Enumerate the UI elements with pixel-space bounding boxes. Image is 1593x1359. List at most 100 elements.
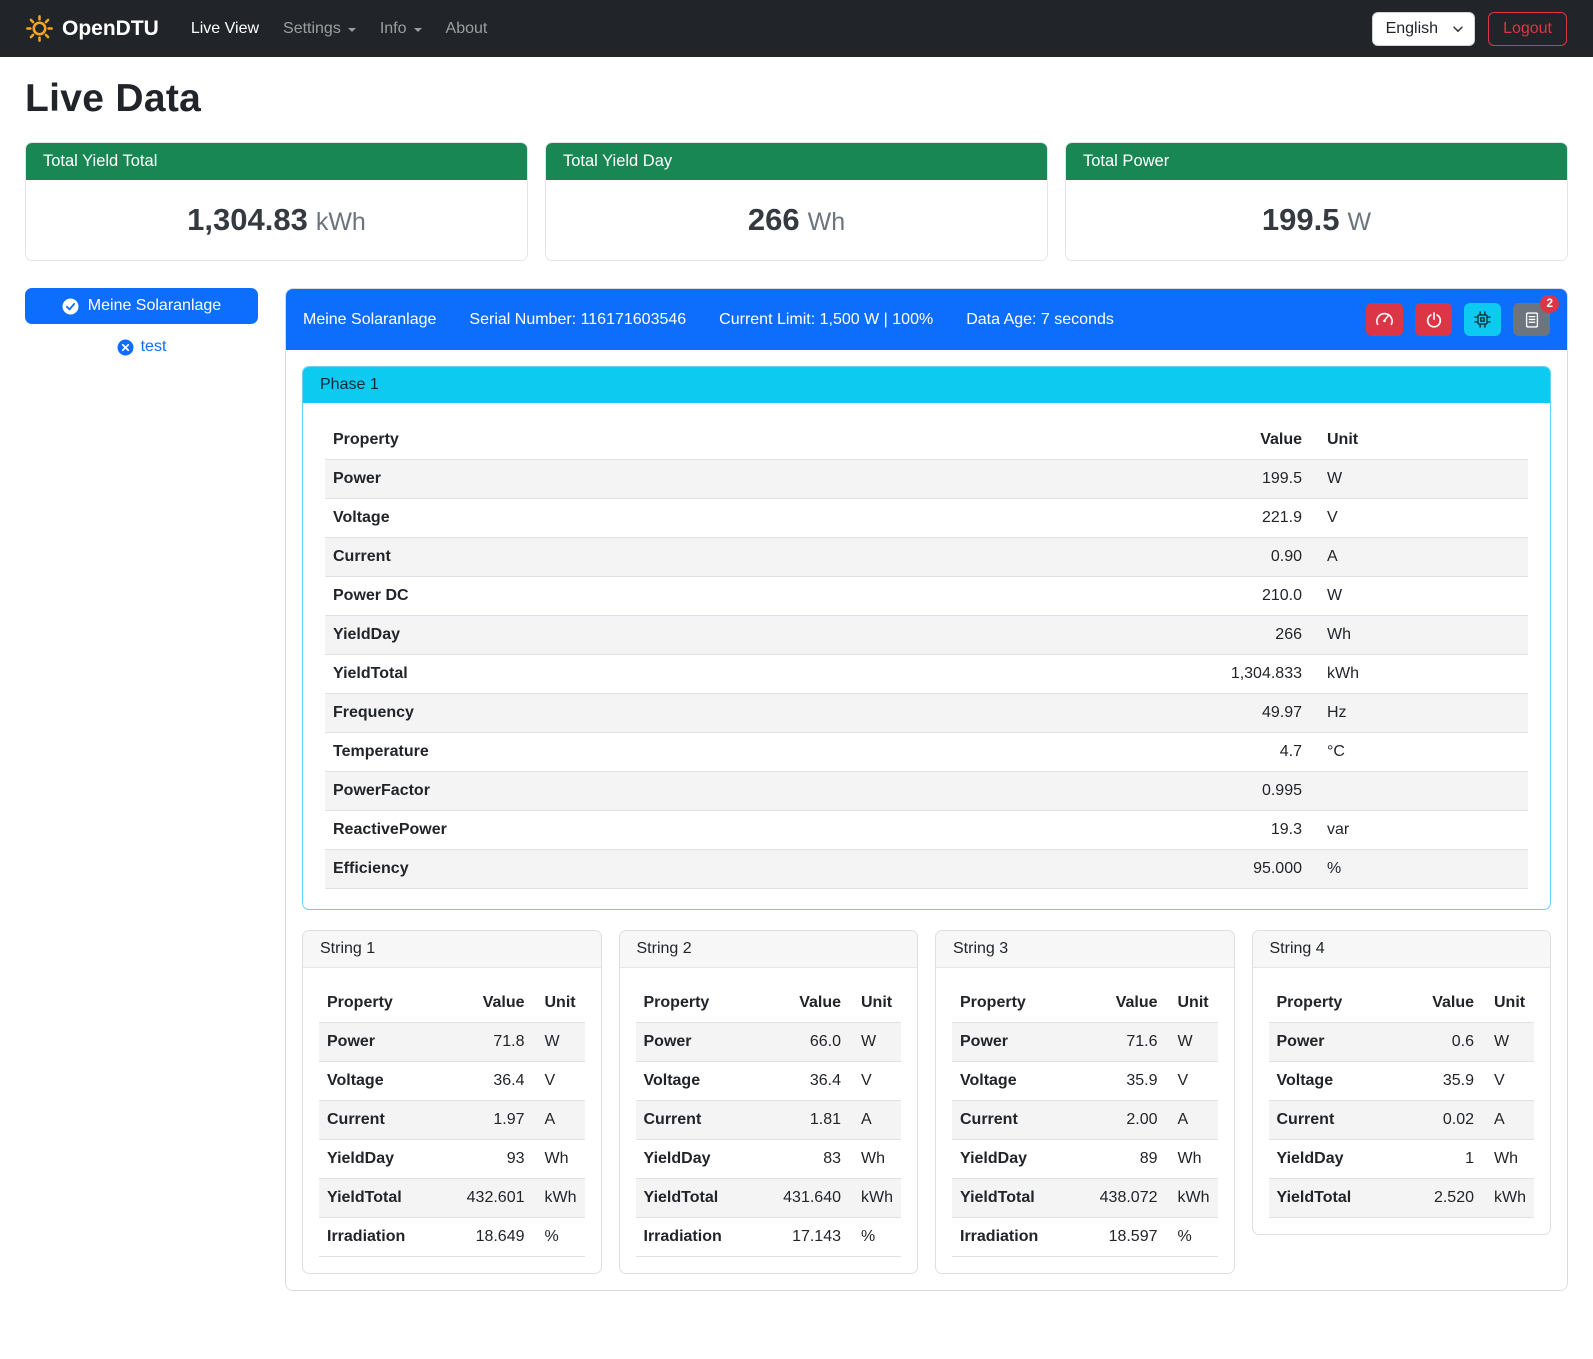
- property-cell: Irradiation: [319, 1218, 441, 1257]
- value-cell: 17.143: [758, 1218, 849, 1257]
- unit-cell: A: [1482, 1101, 1534, 1140]
- inverter-data-age: Data Age: 7 seconds: [966, 311, 1114, 329]
- string-card-body: PropertyValueUnitPower0.6WVoltage35.9VCu…: [1253, 968, 1551, 1234]
- table-row: Power199.5W: [325, 460, 1528, 499]
- unit-cell: Hz: [1310, 694, 1528, 733]
- logout-button[interactable]: Logout: [1488, 12, 1567, 46]
- journal-icon: [1523, 311, 1541, 329]
- sidebar-item-meine-solaranlage[interactable]: Meine Solaranlage: [25, 288, 258, 324]
- event-count-badge: 2: [1540, 295, 1559, 313]
- inverter-name: Meine Solaranlage: [303, 311, 436, 329]
- nav-settings[interactable]: Settings: [271, 12, 368, 46]
- value-cell: 1: [1391, 1140, 1482, 1179]
- nav-about[interactable]: About: [434, 12, 500, 46]
- table-row: Current1.97A: [319, 1101, 585, 1140]
- value-cell: 66.0: [758, 1023, 849, 1062]
- nav-info[interactable]: Info: [368, 12, 434, 46]
- page-title: Live Data: [25, 77, 1568, 121]
- unit-cell: W: [533, 1023, 585, 1062]
- inverter-list: Meine Solaranlage test: [25, 288, 258, 356]
- value-cell: 4.7: [818, 733, 1311, 772]
- table-row: YieldDay83Wh: [636, 1140, 902, 1179]
- table-row: YieldDay93Wh: [319, 1140, 585, 1179]
- property-cell: Power: [636, 1023, 758, 1062]
- cpu-icon: [1473, 310, 1492, 329]
- power-toggle-button[interactable]: [1415, 303, 1452, 336]
- page-content: Live Data Total Yield Total 1,304.83kWh …: [0, 77, 1593, 1321]
- brand-link[interactable]: OpenDTU: [26, 15, 159, 42]
- table-row: Irradiation18.649%: [319, 1218, 585, 1257]
- event-log-button[interactable]: 2: [1513, 303, 1550, 336]
- unit-cell: %: [849, 1218, 901, 1257]
- property-cell: Frequency: [325, 694, 818, 733]
- table-header-row: PropertyValueUnit: [1269, 984, 1535, 1023]
- property-cell: Power: [1269, 1023, 1391, 1062]
- property-cell: Power: [952, 1023, 1074, 1062]
- unit-cell: V: [533, 1062, 585, 1101]
- card-title: Total Yield Total: [26, 143, 527, 180]
- property-cell: Current: [319, 1101, 441, 1140]
- string-card-body: PropertyValueUnitPower71.6WVoltage35.9VC…: [936, 968, 1234, 1273]
- value-cell: 431.640: [758, 1179, 849, 1218]
- property-cell: YieldDay: [325, 616, 818, 655]
- property-cell: Power: [319, 1023, 441, 1062]
- table-header-row: PropertyValueUnit: [636, 984, 902, 1023]
- language-value: English: [1386, 20, 1438, 37]
- table-row: YieldTotal432.601kWh: [319, 1179, 585, 1218]
- unit-cell: kWh: [849, 1179, 901, 1218]
- card-body: 1,304.83kWh: [26, 180, 527, 260]
- limit-settings-button[interactable]: [1366, 303, 1403, 336]
- table-row: Current0.02A: [1269, 1101, 1535, 1140]
- nav-live-view[interactable]: Live View: [179, 12, 271, 46]
- table-row: Irradiation17.143%: [636, 1218, 902, 1257]
- table-header-row: PropertyValueUnit: [325, 421, 1528, 460]
- value-header: Value: [441, 984, 532, 1023]
- top-navbar: OpenDTU Live View Settings Info About En…: [0, 0, 1593, 57]
- phase-title: Phase 1: [303, 367, 1550, 403]
- navbar-left: OpenDTU Live View Settings Info About: [26, 12, 499, 46]
- chevron-down-icon: [348, 28, 356, 32]
- string-card: String 3PropertyValueUnitPower71.6WVolta…: [935, 930, 1235, 1274]
- property-cell: Irradiation: [952, 1218, 1074, 1257]
- property-cell: Voltage: [325, 499, 818, 538]
- value-cell: 36.4: [758, 1062, 849, 1101]
- property-cell: Irradiation: [636, 1218, 758, 1257]
- property-header: Property: [1269, 984, 1391, 1023]
- property-cell: ReactivePower: [325, 811, 818, 850]
- language-select[interactable]: English: [1372, 12, 1475, 46]
- string-card: String 2PropertyValueUnitPower66.0WVolta…: [619, 930, 919, 1274]
- property-cell: Voltage: [952, 1062, 1074, 1101]
- unit-header: Unit: [1166, 984, 1218, 1023]
- value-cell: 0.995: [818, 772, 1311, 811]
- value-cell: 432.601: [441, 1179, 532, 1218]
- unit-header: Unit: [1310, 421, 1528, 460]
- value-cell: 19.3: [818, 811, 1311, 850]
- unit-cell: kWh: [1310, 655, 1528, 694]
- table-row: YieldTotal2.520kWh: [1269, 1179, 1535, 1218]
- property-header: Property: [319, 984, 441, 1023]
- unit-cell: Wh: [1482, 1140, 1534, 1179]
- device-info-button[interactable]: [1464, 303, 1501, 336]
- chevron-down-icon: [414, 28, 422, 32]
- summary-card-total-yield-total: Total Yield Total 1,304.83kWh: [25, 142, 528, 261]
- table-row: Irradiation18.597%: [952, 1218, 1218, 1257]
- unit-cell: V: [849, 1062, 901, 1101]
- unit-cell: var: [1310, 811, 1528, 850]
- property-cell: Voltage: [636, 1062, 758, 1101]
- property-header: Property: [952, 984, 1074, 1023]
- table-row: YieldTotal1,304.833kWh: [325, 655, 1528, 694]
- property-header: Property: [636, 984, 758, 1023]
- phase-body: PropertyValueUnitPower199.5WVoltage221.9…: [303, 403, 1550, 909]
- property-cell: YieldTotal: [636, 1179, 758, 1218]
- value-cell: 1.97: [441, 1101, 532, 1140]
- table-row: Voltage35.9V: [1269, 1062, 1535, 1101]
- value-cell: 266: [818, 616, 1311, 655]
- property-cell: Voltage: [1269, 1062, 1391, 1101]
- value-cell: 35.9: [1074, 1062, 1165, 1101]
- unit-cell: W: [1166, 1023, 1218, 1062]
- sidebar-item-test[interactable]: test: [25, 338, 258, 356]
- table-row: Voltage221.9V: [325, 499, 1528, 538]
- string-table: PropertyValueUnitPower71.8WVoltage36.4VC…: [319, 984, 585, 1257]
- value-cell: 95.000: [818, 850, 1311, 889]
- table-row: Power71.8W: [319, 1023, 585, 1062]
